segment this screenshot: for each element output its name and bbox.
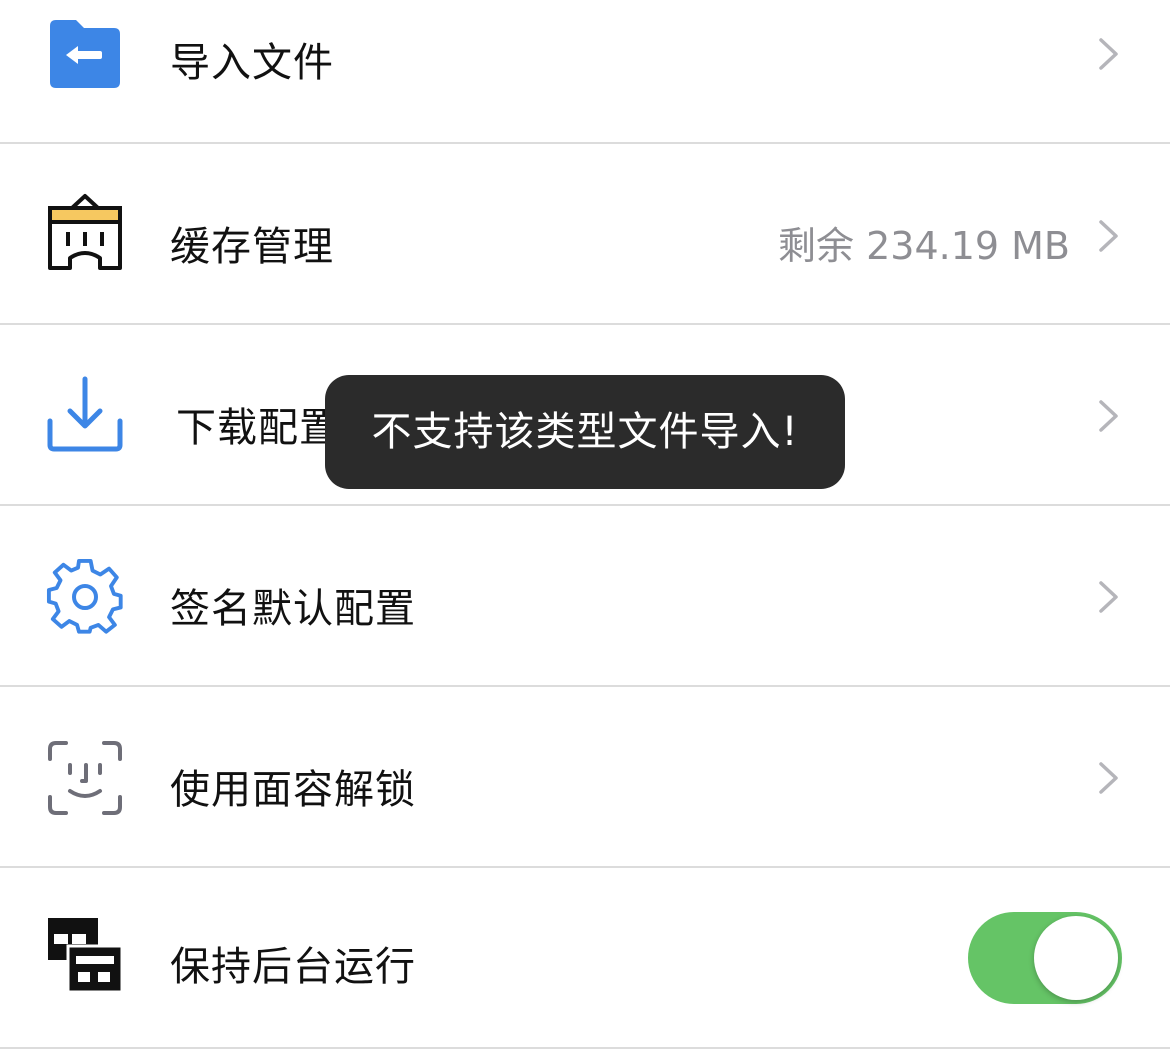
settings-row-background-run: 保持后台运行 xyxy=(0,868,1170,1049)
chevron-right-icon xyxy=(1098,37,1120,71)
settings-item-label: 使用面容解锁 xyxy=(170,767,416,813)
settings-row-cache[interactable]: 缓存管理 剩余 234.19 MB xyxy=(0,144,1170,325)
settings-row-face-unlock[interactable]: 使用面容解锁 xyxy=(0,687,1170,868)
settings-item-label: 签名默认配置 xyxy=(170,586,416,632)
settings-item-label: 缓存管理 xyxy=(170,224,334,270)
settings-row-import-file[interactable]: 导入文件 xyxy=(0,0,1170,144)
folder-import-icon xyxy=(46,16,124,94)
cache-building-icon xyxy=(46,192,124,270)
settings-row-signature-config[interactable]: 签名默认配置 xyxy=(0,506,1170,687)
windows-stack-icon xyxy=(46,916,124,994)
chevron-right-icon xyxy=(1098,761,1120,795)
settings-item-label: 下载配置 xyxy=(176,405,340,451)
chevron-right-icon xyxy=(1098,219,1120,253)
face-id-icon xyxy=(46,739,124,817)
background-run-toggle[interactable] xyxy=(968,912,1122,1004)
cache-remaining-value: 剩余 234.19 MB xyxy=(778,224,1070,268)
gear-icon xyxy=(46,557,124,635)
toast-message: 不支持该类型文件导入! xyxy=(325,375,845,489)
settings-item-label: 保持后台运行 xyxy=(170,944,416,990)
toggle-knob xyxy=(1034,916,1118,1000)
settings-list: 导入文件 缓存管理 剩余 234.19 MB 下载配置 签名默认配置 使用面容解… xyxy=(0,0,1170,1049)
settings-item-label: 导入文件 xyxy=(170,40,334,86)
chevron-right-icon xyxy=(1098,399,1120,433)
chevron-right-icon xyxy=(1098,580,1120,614)
download-icon xyxy=(46,375,124,453)
